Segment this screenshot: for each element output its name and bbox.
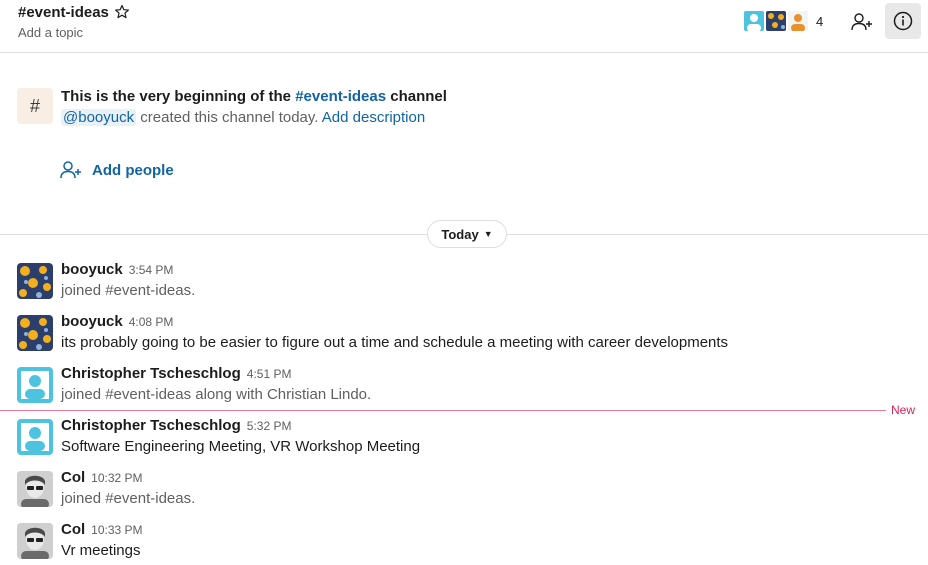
intro-title-suffix: channel xyxy=(386,88,447,105)
add-topic-link[interactable]: Add a topic xyxy=(18,25,83,40)
message[interactable]: Christopher Tscheschlog 5:32 PM Software … xyxy=(0,417,928,471)
add-people-label: Add people xyxy=(92,161,174,179)
message[interactable]: booyuck 3:54 PM joined #event-ideas. xyxy=(0,261,928,315)
chevron-down-icon: ▼ xyxy=(483,229,493,239)
message-time[interactable]: 3:54 PM xyxy=(129,263,174,277)
channel-intro-subtitle: @booyuck created this channel today. Add… xyxy=(61,109,425,126)
message[interactable]: Col 10:32 PM joined #event-ideas. xyxy=(0,469,928,523)
message-sender[interactable]: Christopher Tscheschlog 5:32 PM xyxy=(61,417,291,434)
message-sender[interactable]: Col 10:32 PM xyxy=(61,469,143,486)
intro-title-prefix: This is the very beginning of the xyxy=(61,88,296,105)
add-member-button[interactable] xyxy=(848,8,876,36)
channel-intro-title: This is the very beginning of the #event… xyxy=(61,88,447,105)
message[interactable]: Col 10:33 PM Vr meetings xyxy=(0,521,928,565)
message-text: joined #event-ideas. xyxy=(61,490,196,507)
add-person-icon xyxy=(60,161,81,179)
channel-details-button[interactable] xyxy=(885,3,921,39)
new-messages-label: New xyxy=(891,403,916,417)
member-avatar xyxy=(764,9,788,33)
message-text: joined #event-ideas along with Christian… xyxy=(61,386,372,403)
message-time[interactable]: 5:32 PM xyxy=(247,419,292,433)
user-avatar[interactable] xyxy=(17,523,53,559)
day-jump-button[interactable]: Today ▼ xyxy=(427,220,507,248)
message-sender[interactable]: Col 10:33 PM xyxy=(61,521,143,538)
add-people-button[interactable]: Add people xyxy=(60,160,174,180)
message-text: Vr meetings xyxy=(61,542,141,559)
message-sender[interactable]: Christopher Tscheschlog 4:51 PM xyxy=(61,365,291,382)
message-time[interactable]: 10:32 PM xyxy=(91,471,142,485)
sender-name[interactable]: booyuck xyxy=(61,313,123,330)
user-avatar[interactable] xyxy=(17,315,53,351)
sender-name[interactable]: Col xyxy=(61,521,85,538)
user-avatar[interactable] xyxy=(17,263,53,299)
message-time[interactable]: 10:33 PM xyxy=(91,523,142,537)
star-icon[interactable] xyxy=(114,4,130,20)
member-avatar xyxy=(742,9,766,33)
message[interactable]: Christopher Tscheschlog 4:51 PM joined #e… xyxy=(0,365,928,419)
new-messages-line xyxy=(0,410,886,411)
message-sender[interactable]: booyuck 4:08 PM xyxy=(61,313,173,330)
sender-name[interactable]: booyuck xyxy=(61,261,123,278)
member-count[interactable]: 4 xyxy=(816,14,823,29)
created-text: created this channel today. xyxy=(136,109,322,126)
user-avatar[interactable] xyxy=(17,367,53,403)
message-text: joined #event-ideas. xyxy=(61,282,196,299)
day-label: Today xyxy=(441,226,479,242)
message-time[interactable]: 4:51 PM xyxy=(247,367,292,381)
channel-hash-icon: # xyxy=(17,88,53,124)
message-text: its probably going to be easier to figur… xyxy=(61,334,729,351)
intro-channel-link[interactable]: #event-ideas xyxy=(295,88,386,105)
user-avatar[interactable] xyxy=(17,471,53,507)
channel-name[interactable]: #event-ideas xyxy=(18,4,109,21)
user-avatar[interactable] xyxy=(17,419,53,455)
message-time[interactable]: 4:08 PM xyxy=(129,315,174,329)
add-description-link[interactable]: Add description xyxy=(322,109,425,126)
message-sender[interactable]: booyuck 3:54 PM xyxy=(61,261,173,278)
sender-name[interactable]: Christopher Tscheschlog xyxy=(61,417,241,434)
message-text: Software Engineering Meeting, VR Worksho… xyxy=(61,438,421,455)
member-avatar xyxy=(786,9,810,33)
channel-header: #event-ideas Add a topic 4 xyxy=(0,0,928,53)
sender-name[interactable]: Col xyxy=(61,469,85,486)
info-icon xyxy=(893,11,913,31)
add-member-icon xyxy=(851,13,872,31)
message[interactable]: booyuck 4:08 PM its probably going to be … xyxy=(0,313,928,367)
creator-mention[interactable]: @booyuck xyxy=(61,109,137,126)
sender-name[interactable]: Christopher Tscheschlog xyxy=(61,365,241,382)
